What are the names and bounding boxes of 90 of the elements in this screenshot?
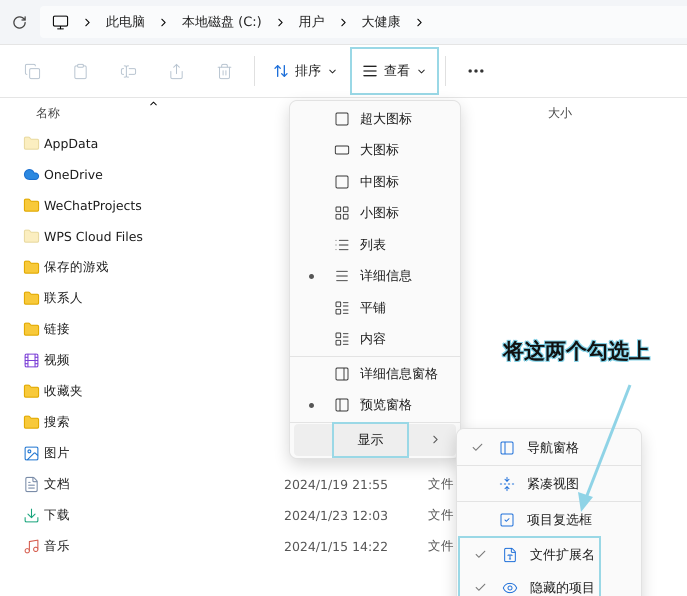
show-menu-item[interactable]: 显示 xyxy=(332,422,409,458)
menu-item[interactable]: 详细信息 xyxy=(294,260,456,292)
breadcrumb-item[interactable]: 用户 xyxy=(298,13,325,31)
checkbox-icon xyxy=(499,512,515,528)
sort-icon xyxy=(273,63,289,79)
submenu-row[interactable]: 显示 xyxy=(294,424,456,456)
folder-icon xyxy=(23,259,40,276)
menu-item-label: 超大图标 xyxy=(360,110,412,128)
file-name: 视频 xyxy=(44,352,70,369)
file-name: 保存的游戏 xyxy=(44,259,109,276)
sort-button[interactable]: 排序 xyxy=(261,47,350,95)
menu-item[interactable]: 紧凑视图 xyxy=(457,467,641,500)
menu-item-label: 隐藏的项目 xyxy=(530,580,595,596)
grid-icon xyxy=(334,205,350,222)
file-type: 文件 xyxy=(428,538,454,555)
file-name: AppData xyxy=(44,136,98,151)
menu-item[interactable]: 内容 xyxy=(294,324,456,355)
menu-item[interactable]: 列表 xyxy=(294,229,456,260)
menu-item[interactable]: 文件扩展名 xyxy=(460,538,599,571)
panel-left-icon xyxy=(334,397,350,414)
file-name: 图片 xyxy=(44,445,70,462)
menu-item[interactable]: 超大图标 xyxy=(294,103,456,134)
file-date: 2024/1/23 12:03 xyxy=(284,508,388,523)
square-icon xyxy=(334,174,350,190)
column-header[interactable]: 名称 xyxy=(36,104,60,122)
menu-item-label: 文件扩展名 xyxy=(530,546,595,564)
menu-item-label: 详细信息窗格 xyxy=(360,366,438,383)
menu-item[interactable]: 导航窗格 xyxy=(457,431,641,464)
menu-item-label: 项目复选框 xyxy=(527,512,592,528)
file-name: OneDrive xyxy=(44,167,103,182)
compress-icon xyxy=(499,476,515,492)
list-icon xyxy=(334,300,350,316)
menu-item-label: 列表 xyxy=(360,236,386,254)
file-name: 联系人 xyxy=(44,290,83,307)
column-header[interactable]: 大小 xyxy=(548,104,572,122)
menu-item[interactable]: 预览窗格 xyxy=(294,390,456,421)
annotation-text: 将这两个勾选上 xyxy=(503,338,650,365)
address-bar[interactable]: 此电脑 本地磁盘 (C:) 用户 大健康 xyxy=(40,6,687,38)
music-note-icon xyxy=(23,538,40,555)
menu-item[interactable]: 小图标 xyxy=(294,198,456,229)
file-name: 音乐 xyxy=(44,538,70,555)
menu-item-label: 详细信息 xyxy=(360,268,412,286)
file-name: WeChatProjects xyxy=(44,198,142,213)
download-icon xyxy=(23,507,40,524)
file-name: 链接 xyxy=(44,321,70,338)
menu-item[interactable]: 隐藏的项目 xyxy=(460,571,599,596)
breadcrumb-item[interactable]: 此电脑 xyxy=(106,13,145,31)
menu-item-label: 预览窗格 xyxy=(360,397,412,414)
breadcrumb-item[interactable]: 大健康 xyxy=(362,13,401,31)
breadcrumb-item[interactable]: 本地磁盘 (C:) xyxy=(182,13,262,31)
file-type: 文件 xyxy=(428,476,454,493)
file-name: 收藏夹 xyxy=(44,383,83,400)
file-name: WPS Cloud Files xyxy=(44,229,143,244)
menu-item-label: 紧凑视图 xyxy=(527,476,579,492)
menu-item[interactable]: 中图标 xyxy=(294,166,456,198)
folder-icon xyxy=(23,414,40,431)
menu-item-label: 内容 xyxy=(360,331,386,348)
menu-item-label: 导航窗格 xyxy=(527,440,579,456)
image-icon xyxy=(23,445,40,462)
file-name: 搜索 xyxy=(44,414,70,431)
menu-item[interactable]: 大图标 xyxy=(294,134,456,166)
view-button[interactable]: 查看 xyxy=(350,47,439,95)
film-icon xyxy=(23,352,40,369)
file-name: 文档 xyxy=(44,476,70,493)
document-icon xyxy=(23,476,40,493)
folder-icon xyxy=(23,383,40,400)
cloud-icon xyxy=(23,166,40,183)
lines-icon xyxy=(362,63,378,79)
square-icon xyxy=(334,110,350,127)
menu-item[interactable]: 平铺 xyxy=(294,292,456,324)
folder-icon xyxy=(23,290,40,307)
file-name: 下载 xyxy=(44,507,70,524)
menu-item-label: 小图标 xyxy=(360,205,399,222)
list-icon xyxy=(334,331,350,348)
file-type: 文件 xyxy=(428,507,454,524)
folder-icon xyxy=(23,197,40,214)
panel-left-icon xyxy=(499,440,515,456)
menu-item[interactable]: 项目复选框 xyxy=(457,503,641,536)
folder-icon xyxy=(23,228,40,245)
folder-icon xyxy=(23,321,40,338)
folder-icon xyxy=(23,135,40,152)
monitor-icon xyxy=(52,14,69,30)
menu-item-label: 大图标 xyxy=(360,142,399,160)
menu-item[interactable]: 详细信息窗格 xyxy=(294,358,456,390)
panel-right-icon xyxy=(334,366,350,382)
file-date: 2024/1/19 21:55 xyxy=(284,477,388,492)
menu-item-label: 中图标 xyxy=(360,174,399,191)
file-icon xyxy=(502,546,518,562)
menu-item-label: 平铺 xyxy=(360,300,386,317)
file-date: 2024/1/15 14:22 xyxy=(284,539,388,554)
